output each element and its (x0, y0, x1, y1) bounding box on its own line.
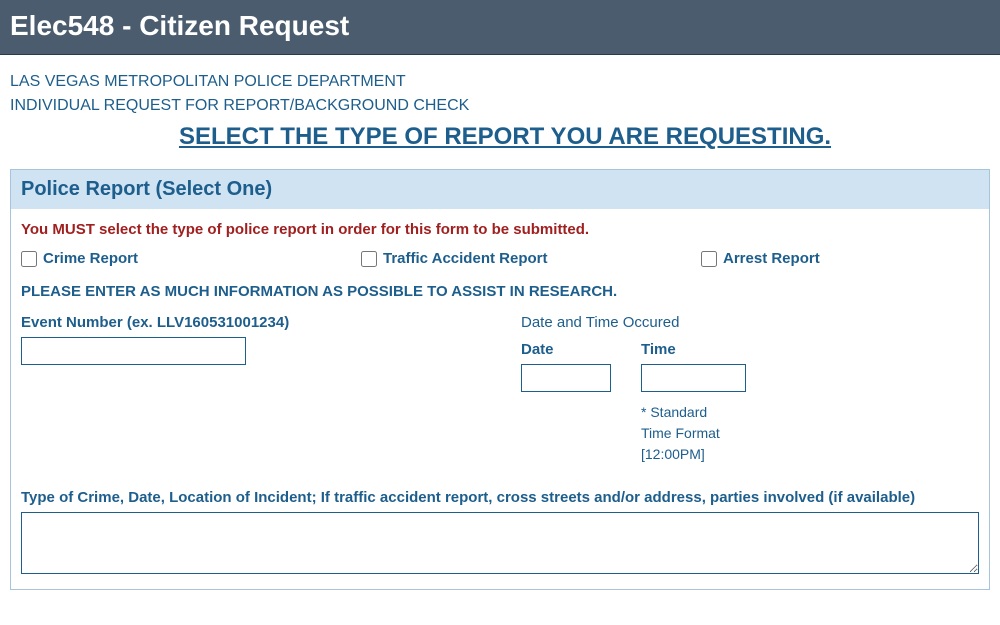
time-note-line2: Time Format (641, 425, 720, 441)
traffic-accident-checkbox[interactable] (361, 251, 377, 267)
department-name: LAS VEGAS METROPOLITAN POLICE DEPARTMENT (10, 73, 1000, 91)
arrest-report-checkbox[interactable] (701, 251, 717, 267)
enter-info-prompt: PLEASE ENTER AS MUCH INFORMATION AS POSS… (21, 283, 979, 300)
details-label: Type of Crime, Date, Location of Inciden… (21, 489, 979, 506)
date-input[interactable] (521, 364, 611, 392)
time-field-group: Time * Standard Time Format [12:00PM] (641, 341, 761, 465)
arrest-report-option: Arrest Report (701, 250, 820, 267)
time-note-line3: [12:00PM] (641, 446, 705, 462)
section-header-police-report: Police Report (Select One) (11, 170, 989, 209)
crime-report-checkbox[interactable] (21, 251, 37, 267)
page-title: Elec548 - Citizen Request (10, 10, 990, 42)
crime-report-option: Crime Report (21, 250, 331, 267)
traffic-accident-option: Traffic Accident Report (361, 250, 671, 267)
report-type-row: Crime Report Traffic Accident Report Arr… (21, 250, 979, 267)
crime-report-label: Crime Report (43, 250, 138, 267)
form-name: INDIVIDUAL REQUEST FOR REPORT/BACKGROUND… (10, 97, 1000, 115)
time-label: Time (641, 341, 761, 358)
time-input[interactable] (641, 364, 746, 392)
time-note-line1: * Standard (641, 404, 707, 420)
event-number-label: Event Number (ex. LLV160531001234) (21, 314, 521, 331)
date-label: Date (521, 341, 611, 358)
fields-row: Event Number (ex. LLV160531001234) Date … (21, 314, 979, 465)
content-area: LAS VEGAS METROPOLITAN POLICE DEPARTMENT… (0, 55, 1000, 590)
event-number-input[interactable] (21, 337, 246, 365)
warning-must-select: You MUST select the type of police repor… (21, 221, 979, 238)
section-body: You MUST select the type of police repor… (11, 209, 989, 589)
datetime-fields: Date Time * Standard Time Format [12:00P… (521, 341, 979, 465)
datetime-column: Date and Time Occured Date Time * Standa… (521, 314, 979, 465)
details-textarea[interactable] (21, 512, 979, 574)
select-type-heading: SELECT THE TYPE OF REPORT YOU ARE REQUES… (10, 123, 1000, 151)
datetime-heading: Date and Time Occured (521, 314, 979, 331)
traffic-accident-label: Traffic Accident Report (383, 250, 547, 267)
event-number-column: Event Number (ex. LLV160531001234) (21, 314, 521, 465)
arrest-report-label: Arrest Report (723, 250, 820, 267)
police-report-section: Police Report (Select One) You MUST sele… (10, 169, 990, 590)
app-header: Elec548 - Citizen Request (0, 0, 1000, 55)
date-field-group: Date (521, 341, 611, 465)
time-format-note: * Standard Time Format [12:00PM] (641, 402, 761, 465)
